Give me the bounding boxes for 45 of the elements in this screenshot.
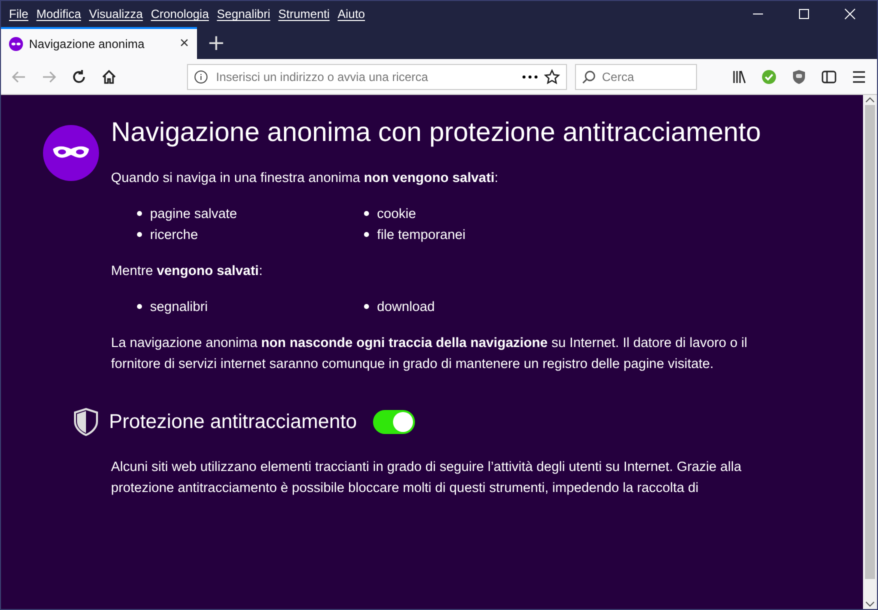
tab-title: Navigazione anonima	[29, 37, 144, 51]
list-item: segnalibri	[137, 299, 364, 314]
address-field[interactable]: Inserisci un indirizzo o avvia una ricerca	[214, 68, 516, 84]
list-item: pagine salvate	[137, 206, 364, 221]
search-icon	[582, 70, 596, 84]
new-tab-icon[interactable]: +	[197, 30, 236, 56]
more-icon[interactable]	[522, 74, 538, 78]
reload-icon[interactable]	[71, 68, 87, 84]
page-title: Navigazione anonima con protezione antitracciamento	[111, 116, 761, 149]
mask-icon	[43, 125, 99, 181]
scrollbar[interactable]	[863, 95, 877, 609]
browser-tab[interactable]: Navigazione anonima ×	[1, 27, 197, 59]
intro-text: Mentre vengono salvati:	[111, 262, 264, 280]
checkmark-icon[interactable]	[761, 68, 777, 84]
list-item: file temporanei	[364, 227, 591, 242]
shield-icon[interactable]	[791, 68, 807, 84]
home-icon[interactable]	[101, 68, 117, 84]
list-item: cookie	[364, 206, 591, 221]
sidebar-icon[interactable]	[821, 68, 837, 84]
section-title: Protezione antitracciamento	[109, 410, 357, 434]
menu-item[interactable]: Segnalibri	[212, 7, 274, 21]
address-bar[interactable]: Inserisci un indirizzo o avvia una ricerca	[187, 64, 567, 90]
close-tab-icon[interactable]: ×	[180, 35, 189, 53]
menu-item[interactable]: Visualizza	[85, 7, 147, 21]
menu-item[interactable]: Cronologia	[146, 7, 213, 21]
list-item: download	[364, 299, 591, 314]
menu-item[interactable]: File	[5, 7, 32, 21]
notice-text: La navigazione anonima non nasconde ogni traccia della navigazione su Internet. Il datore di lavoro o il fornitore di servizi internet saranno comunque in grado di mantenere un registro delle pagine visitate.	[111, 334, 748, 373]
toggle-switch[interactable]	[372, 410, 415, 434]
list-item: ricerche	[137, 227, 364, 242]
menu-icon[interactable]	[851, 68, 867, 84]
info-icon	[194, 70, 208, 84]
scroll-up-icon[interactable]	[865, 95, 875, 105]
scroll-down-icon[interactable]	[865, 599, 875, 609]
intro-text: Quando si naviga in una finestra anonima non vengono salvati:	[111, 169, 500, 187]
shield-icon	[73, 408, 99, 436]
star-icon[interactable]	[544, 68, 560, 84]
search-bar[interactable]: Cerca	[575, 64, 697, 90]
search-field[interactable]: Cerca	[600, 68, 690, 84]
library-icon[interactable]	[731, 68, 747, 84]
menu-item[interactable]: Aiuto	[334, 7, 369, 21]
menu-item[interactable]: Strumenti	[274, 7, 334, 21]
mask-icon	[9, 37, 23, 51]
menu-item[interactable]: Modifica	[32, 7, 86, 21]
description-text: Alcuni siti web utilizzano elementi traccianti in grado di seguire l’attività degli utenti su Internet. Grazie alla protezione antitracciamento è possibile bloccare molti di questi strumenti, impedendo la raccolta di	[111, 458, 742, 497]
